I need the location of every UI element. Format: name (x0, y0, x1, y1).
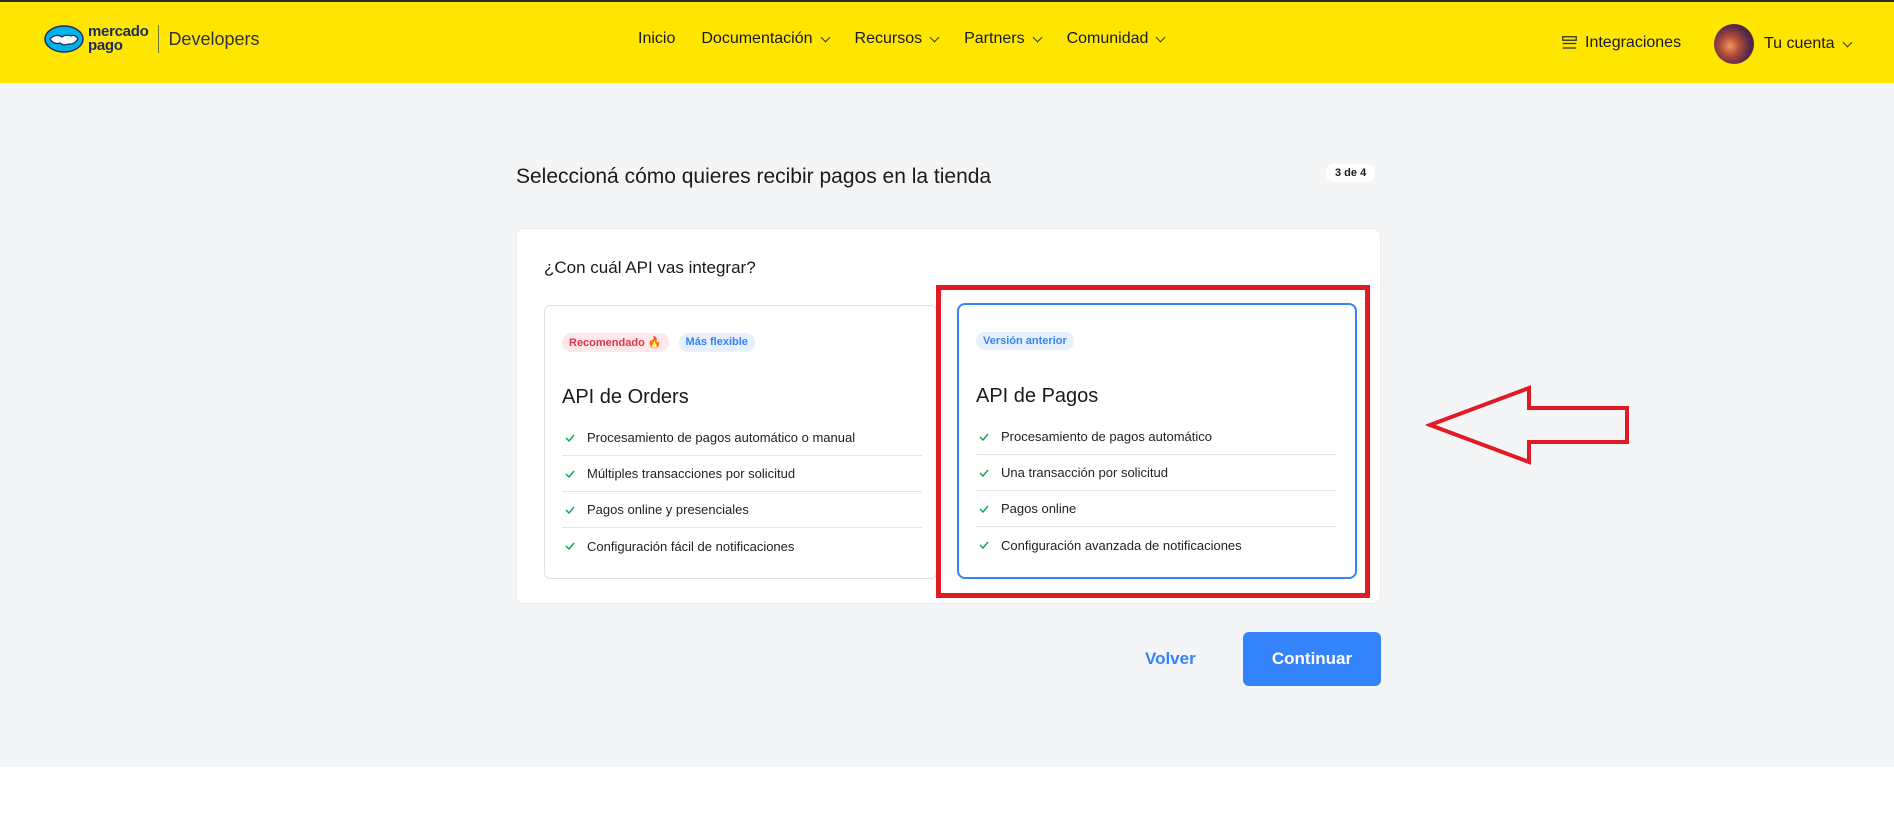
feature-list: Procesamiento de pagos automático o manu… (562, 420, 922, 564)
nav-recursos[interactable]: Recursos (854, 30, 940, 48)
logo-wordmark: mercado pago (88, 24, 149, 54)
logo-product-name: Developers (168, 28, 260, 49)
main-nav: Inicio Documentación Recursos Partners C… (638, 30, 1190, 48)
check-icon (565, 506, 575, 514)
feature-text: Pagos online y presenciales (587, 502, 749, 517)
logo-line2: pago (88, 37, 123, 54)
feature-text: Procesamiento de pagos automático o manu… (587, 430, 856, 445)
chevron-down-icon (1842, 37, 1853, 47)
step-badge: 3 de 4 (1326, 164, 1376, 182)
account-label: Tu cuenta (1764, 35, 1835, 52)
list-icon (1562, 36, 1577, 49)
nav-label: Recursos (854, 30, 923, 47)
chevron-down-icon (1155, 32, 1166, 42)
avatar (1714, 24, 1754, 64)
recommended-badge: Recomendado 🔥 (562, 333, 669, 352)
nav-label: Inicio (638, 30, 676, 47)
feature-text: Múltiples transacciones por solicitud (587, 466, 796, 481)
integrations-link[interactable]: Integraciones (1562, 34, 1681, 52)
top-header: mercado pago Developers Inicio Documenta… (0, 0, 1894, 83)
check-icon (565, 434, 575, 442)
feature-text: Configuración fácil de notificaciones (587, 538, 795, 554)
option-api-orders[interactable]: Recomendado 🔥 Más flexible API de Orders… (544, 305, 937, 579)
page-title: Seleccioná cómo quieres recibir pagos en… (516, 165, 992, 188)
nav-documentacion[interactable]: Documentación (701, 30, 830, 48)
annotation-arrow-left-icon (1426, 385, 1629, 465)
feature-item: Configuración fácil de notificaciones (562, 528, 922, 564)
mercado-pago-logo[interactable]: mercado pago Developers (44, 24, 259, 54)
chevron-down-icon (1032, 32, 1043, 42)
account-menu[interactable]: Tu cuenta (1714, 24, 1853, 64)
check-icon (565, 542, 575, 551)
check-icon (565, 470, 575, 478)
nav-label: Documentación (701, 30, 813, 47)
nav-partners[interactable]: Partners (964, 30, 1043, 48)
continue-button[interactable]: Continuar (1243, 632, 1381, 686)
question-heading: ¿Con cuál API vas integrar? (544, 258, 756, 277)
logo-divider (158, 25, 160, 53)
handshake-logo-icon (44, 25, 84, 53)
nav-label: Partners (964, 30, 1025, 47)
feature-item: Múltiples transacciones por solicitud (562, 456, 922, 492)
option-title: API de Orders (562, 386, 689, 408)
nav-label: Comunidad (1066, 30, 1149, 47)
feature-item: Pagos online y presenciales (562, 492, 922, 528)
annotation-highlight-box (936, 285, 1370, 598)
chevron-down-icon (820, 32, 830, 42)
nav-inicio[interactable]: Inicio (638, 30, 675, 48)
flexible-badge: Más flexible (678, 333, 755, 352)
integrations-label: Integraciones (1585, 34, 1682, 51)
option-tags: Recomendado 🔥 Más flexible (562, 333, 755, 352)
nav-comunidad[interactable]: Comunidad (1066, 30, 1166, 48)
chevron-down-icon (929, 32, 940, 42)
feature-item: Procesamiento de pagos automático o manu… (562, 420, 922, 456)
back-button[interactable]: Volver (1145, 649, 1196, 669)
